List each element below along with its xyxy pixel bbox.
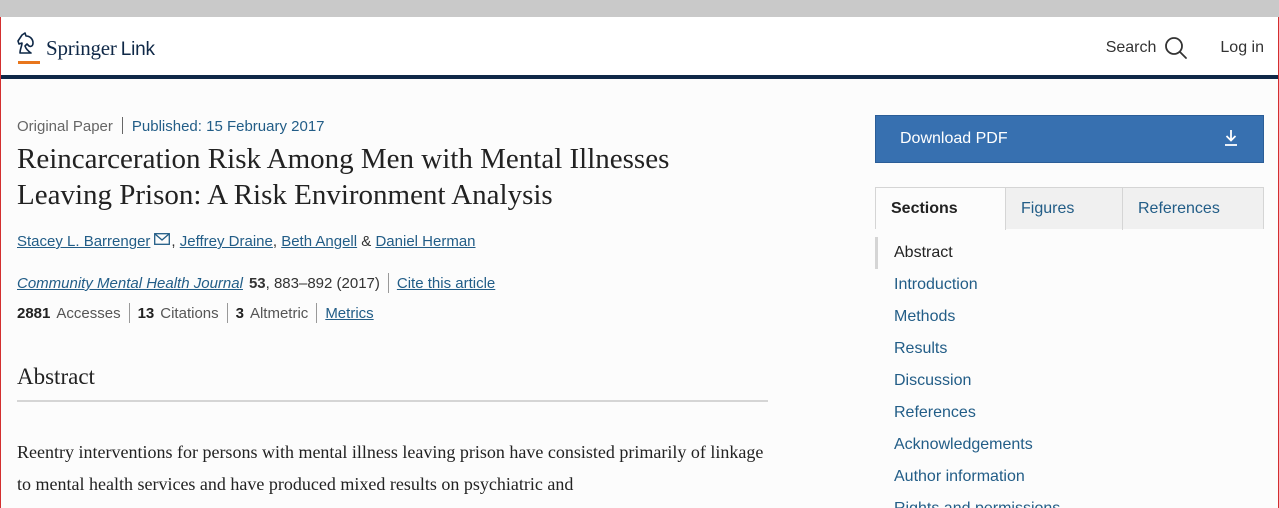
sidebar-tabs: Sections Figures References xyxy=(875,187,1264,230)
abstract-heading: Abstract xyxy=(17,364,95,389)
section-link-abstract[interactable]: Abstract xyxy=(875,237,1264,269)
article-metrics: 2881 Accesses 13 Citations 3 Altmetric Metrics xyxy=(17,303,374,323)
accesses-count: 2881 xyxy=(17,305,51,322)
section-link-discussion[interactable]: Discussion xyxy=(875,365,1264,397)
abstract-text: Reentry interventions for persons with m… xyxy=(17,442,764,494)
divider xyxy=(387,273,389,293)
section-link-author-information[interactable]: Author information xyxy=(875,461,1264,493)
section-link-methods[interactable]: Methods xyxy=(875,301,1264,333)
search-label: Search xyxy=(1105,39,1157,56)
author-link[interactable]: Daniel Herman xyxy=(375,233,475,250)
tab-figures[interactable]: Figures xyxy=(1006,188,1123,230)
author-link[interactable]: Beth Angell xyxy=(281,233,357,250)
brand-name: Springer Link xyxy=(46,35,155,60)
accesses-label: Accesses xyxy=(56,305,121,322)
section-link-results[interactable]: Results xyxy=(875,333,1264,365)
article-meta: Original Paper Published: 15 February 201… xyxy=(17,117,325,135)
browser-top-strip xyxy=(0,0,1279,17)
pages-year: , 883–892 (2017) xyxy=(265,275,380,292)
author-list: Stacey L. Barrenger, Jeffrey Draine, Bet… xyxy=(17,233,476,250)
section-link-introduction[interactable]: Introduction xyxy=(875,269,1264,301)
search-button[interactable]: Search xyxy=(1106,36,1189,60)
login-link[interactable]: Log in xyxy=(1220,39,1264,57)
sections-list: Abstract Introduction Methods Results Di… xyxy=(875,237,1264,508)
author-separator: , xyxy=(272,233,278,250)
article-title: Reincarceration Risk Among Men with Ment… xyxy=(17,143,670,211)
journal-citation: Community Mental Health Journal 53, 883–8… xyxy=(17,273,495,293)
citations-label: Citations xyxy=(160,305,219,322)
email-icon[interactable] xyxy=(154,233,171,245)
search-icon xyxy=(1165,37,1188,59)
section-link-rights[interactable]: Rights and permissions xyxy=(875,493,1264,508)
divider xyxy=(128,303,130,323)
download-pdf-label: Download PDF xyxy=(900,130,1008,147)
author-and: & xyxy=(361,233,372,250)
published-date: Published: 15 February 2017 xyxy=(131,118,325,135)
metrics-link[interactable]: Metrics xyxy=(325,305,373,322)
springer-horse-icon xyxy=(16,32,40,64)
altmetric-label: Altmetric xyxy=(249,305,309,322)
article-type: Original Paper xyxy=(17,118,113,135)
author-separator: , xyxy=(171,233,176,250)
site-header: Springer Link Search Log in xyxy=(1,17,1278,79)
divider xyxy=(121,117,123,134)
journal-link[interactable]: Community Mental Health Journal xyxy=(17,275,243,292)
download-pdf-button[interactable]: Download PDF xyxy=(875,115,1264,163)
altmetric-count: 3 xyxy=(235,305,244,322)
author-link[interactable]: Stacey L. Barrenger xyxy=(17,233,150,250)
section-link-acknowledgements[interactable]: Acknowledgements xyxy=(875,429,1264,461)
section-link-references[interactable]: References xyxy=(875,397,1264,429)
cite-article-link[interactable]: Cite this article xyxy=(397,275,495,292)
download-icon xyxy=(1225,130,1237,146)
volume: 53 xyxy=(248,275,266,292)
citations-count: 13 xyxy=(137,305,155,322)
tab-references[interactable]: References xyxy=(1123,188,1263,230)
author-link[interactable]: Jeffrey Draine xyxy=(180,233,273,250)
tab-sections[interactable]: Sections xyxy=(876,188,1006,230)
springer-link-logo[interactable]: Springer Link xyxy=(16,31,155,65)
abstract-divider xyxy=(17,400,768,402)
divider xyxy=(316,303,318,323)
divider xyxy=(226,303,228,323)
